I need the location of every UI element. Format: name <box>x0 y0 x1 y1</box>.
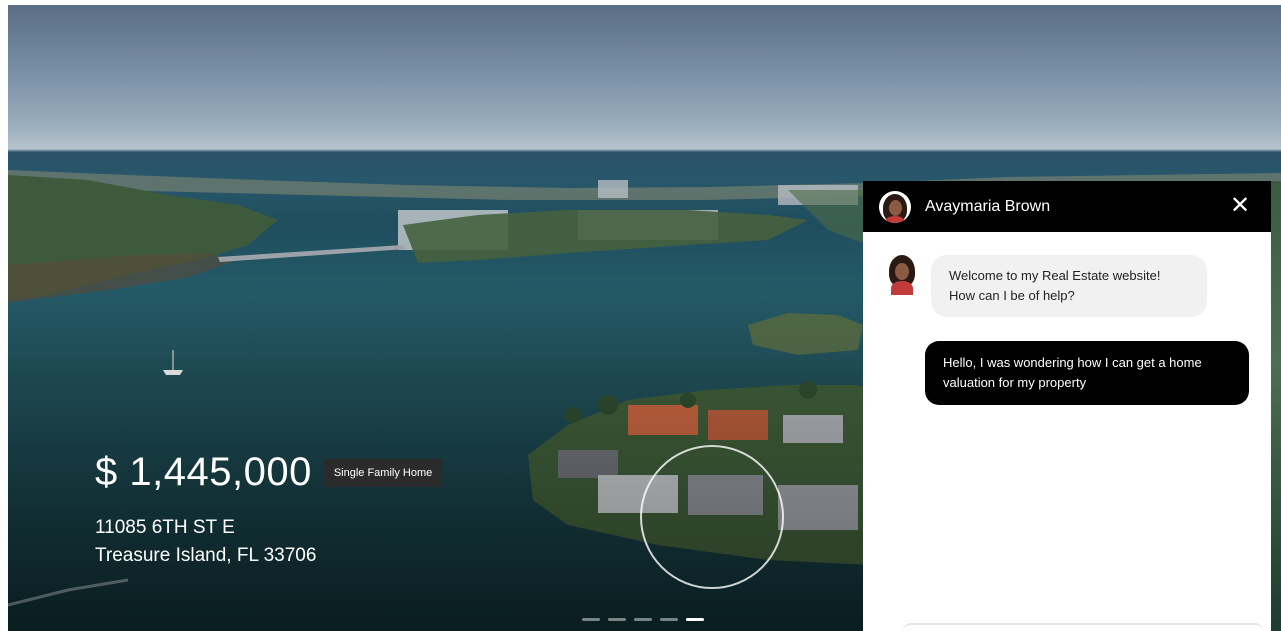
slide-dot-3[interactable] <box>634 618 652 621</box>
agent-message-bubble: Welcome to my Real Estate website! How c… <box>931 255 1207 317</box>
slide-dot-4[interactable] <box>660 618 678 621</box>
listing-price: $ 1,445,000 <box>95 450 312 494</box>
slide-dot-5[interactable] <box>686 618 704 621</box>
listing-address-street: 11085 6TH ST E <box>95 517 235 538</box>
message-agent-avatar <box>887 255 917 295</box>
agent-name: Avaymaria Brown <box>925 197 1051 215</box>
agent-avatar <box>879 190 911 223</box>
chat-widget: Avaymaria Brown ✕ Welcome to my Real Est… <box>863 181 1271 631</box>
hero-photo-edge <box>1271 181 1281 631</box>
slide-dot-2[interactable] <box>608 618 626 621</box>
listing-address-city: Treasure Island, FL 33706 <box>95 545 317 566</box>
slideshow-pagination <box>582 618 704 621</box>
slide-dot-1[interactable] <box>582 618 600 621</box>
listing-price-row: $ 1,445,000 Single Family Home <box>95 450 443 495</box>
property-type-badge: Single Family Home <box>323 458 443 487</box>
chat-input-area[interactable] <box>903 623 1263 631</box>
chat-header: Avaymaria Brown ✕ <box>863 181 1271 232</box>
property-highlight-ring <box>640 445 784 589</box>
close-icon[interactable]: ✕ <box>1227 193 1253 219</box>
user-message-bubble: Hello, I was wondering how I can get a h… <box>925 341 1249 405</box>
